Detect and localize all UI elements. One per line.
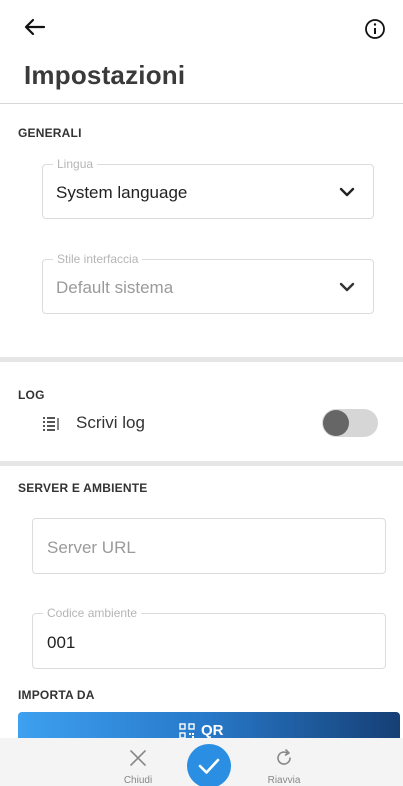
arrow-left-icon xyxy=(24,18,46,36)
interface-style-legend: Stile interfaccia xyxy=(53,252,143,266)
qr-code-icon xyxy=(179,722,195,739)
close-icon xyxy=(130,750,146,766)
restart-label: Riavvia xyxy=(267,775,301,786)
server-url-input[interactable]: Server URL xyxy=(32,518,386,574)
section-title-log: LOG xyxy=(18,388,45,402)
section-divider xyxy=(0,357,403,362)
info-button[interactable] xyxy=(364,18,386,40)
close-button[interactable]: Chiudi xyxy=(108,748,168,786)
log-list-icon xyxy=(43,417,59,431)
interface-style-select[interactable]: Stile interfaccia Default sistema xyxy=(42,252,374,314)
server-url-placeholder: Server URL xyxy=(47,538,136,557)
language-select[interactable]: Lingua System language xyxy=(42,157,374,219)
chevron-down-icon xyxy=(339,282,355,292)
section-title-server: SERVER E AMBIENTE xyxy=(18,481,148,495)
chevron-down-icon xyxy=(339,187,355,197)
page-title: Impostazioni xyxy=(24,60,186,90)
environment-code-value: 001 xyxy=(47,633,76,652)
write-log-label: Scrivi log xyxy=(76,413,145,432)
refresh-icon xyxy=(277,749,291,765)
toggle-knob xyxy=(323,410,349,436)
section-divider xyxy=(0,461,403,466)
checkmark-icon xyxy=(198,758,220,774)
write-log-toggle[interactable] xyxy=(322,409,378,437)
language-legend: Lingua xyxy=(53,157,98,171)
environment-code-legend: Codice ambiente xyxy=(43,606,142,620)
restart-button[interactable]: Riavvia xyxy=(254,748,314,786)
confirm-button[interactable] xyxy=(187,744,231,786)
title-divider xyxy=(0,103,403,104)
environment-code-input[interactable]: Codice ambiente 001 xyxy=(32,606,386,669)
close-label: Chiudi xyxy=(123,775,153,786)
info-circle-icon xyxy=(365,19,385,39)
back-button[interactable] xyxy=(22,14,48,40)
top-app-bar: Impostazioni xyxy=(0,0,403,104)
section-title-import: IMPORTA DA xyxy=(18,688,95,702)
qr-button-content: QR xyxy=(179,722,224,739)
language-value: System language xyxy=(56,183,188,202)
qr-button-label: QR xyxy=(201,722,224,739)
interface-style-value: Default sistema xyxy=(56,278,174,297)
section-title-generali: GENERALI xyxy=(18,126,82,140)
